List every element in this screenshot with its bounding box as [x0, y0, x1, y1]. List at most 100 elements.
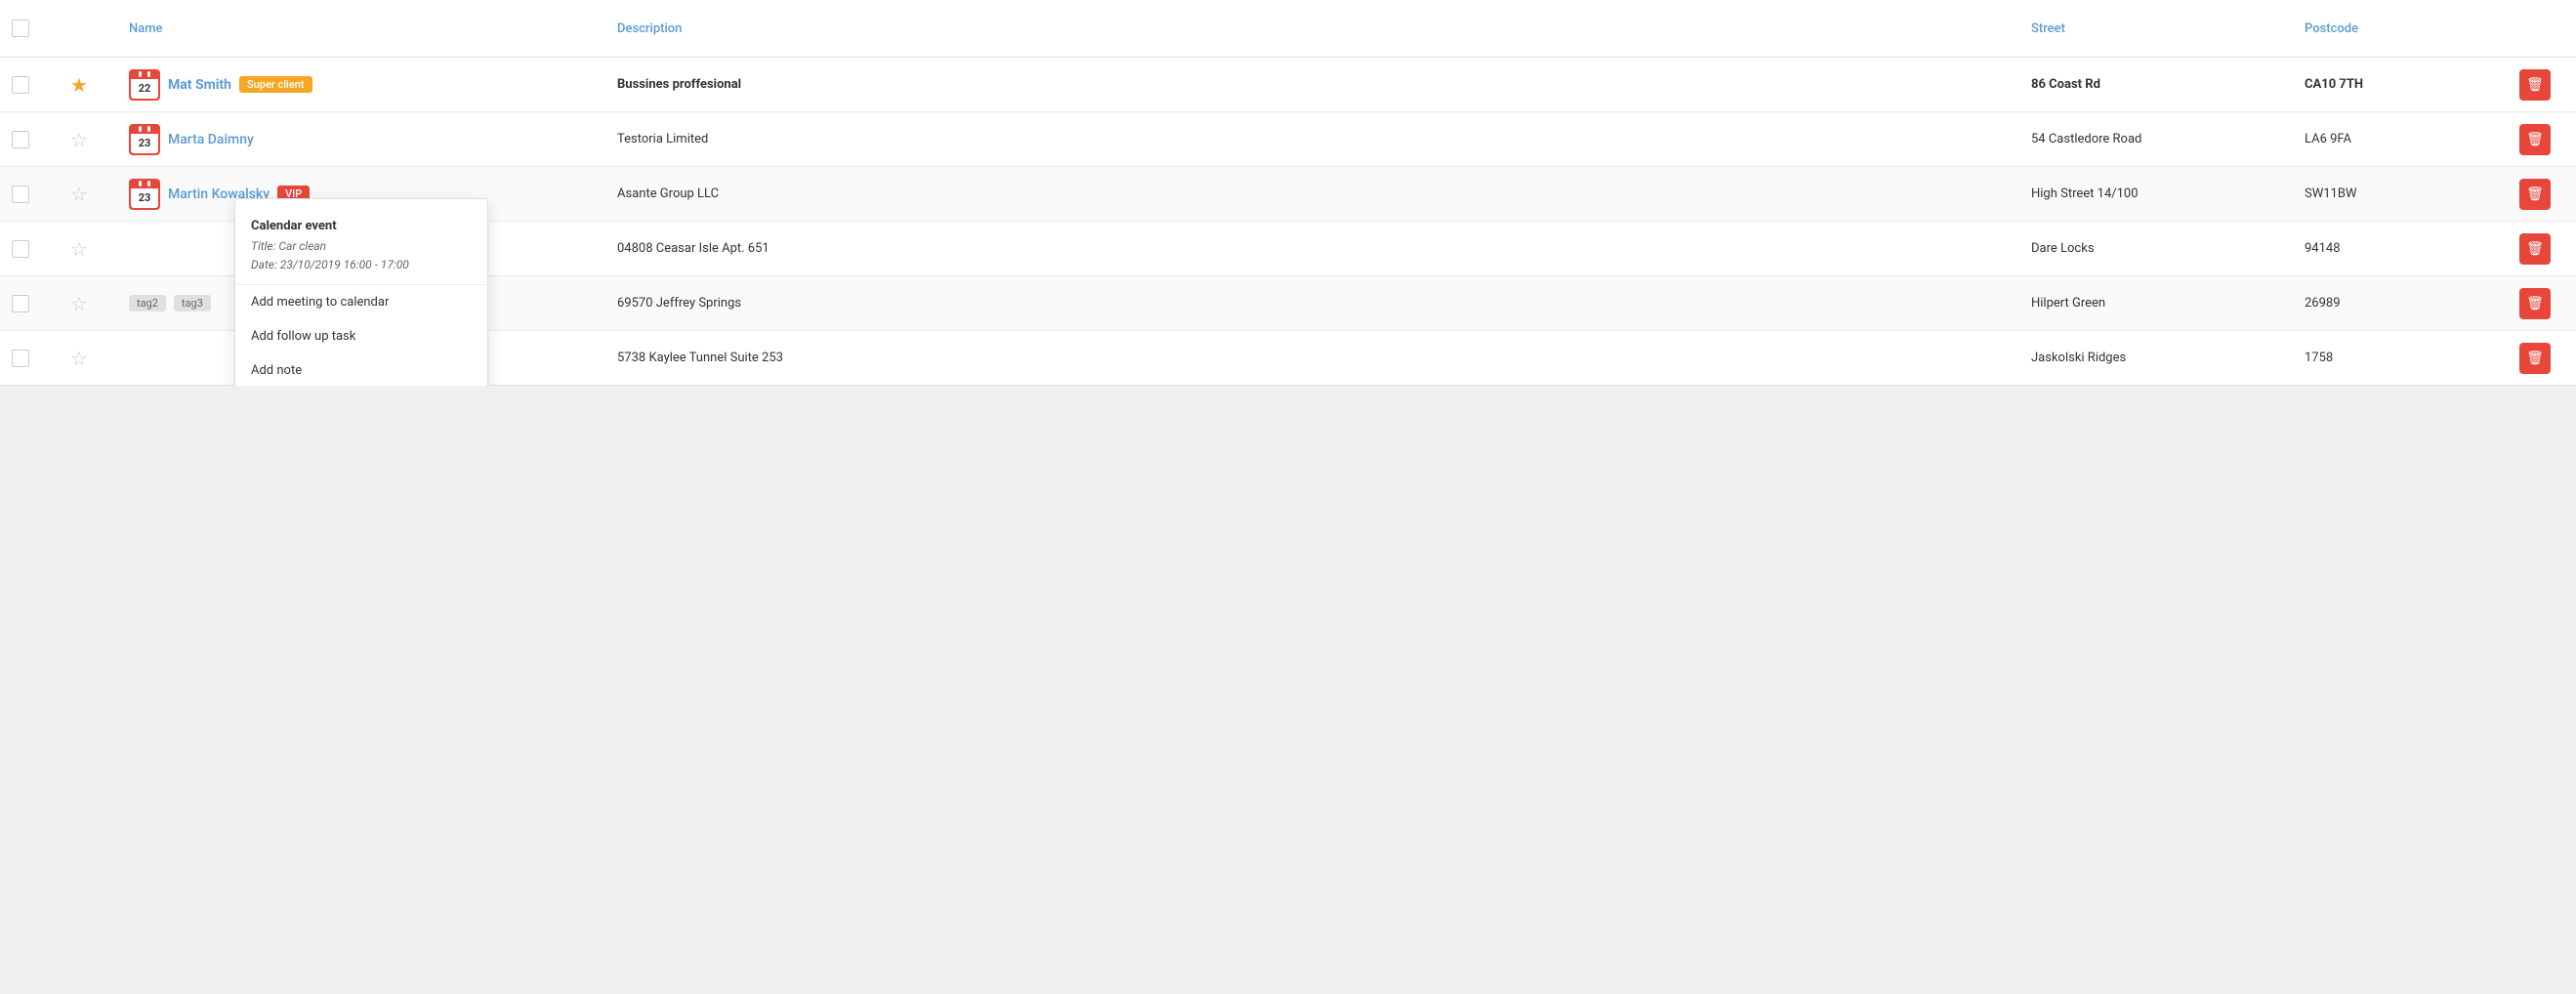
row3-description: Asante Group LLC — [617, 186, 719, 201]
table-row: ★ 22 Mat Smith Super client Bussines pro… — [0, 58, 2576, 112]
row1-badge: Super client — [239, 76, 312, 93]
row6-delete-button[interactable]: 🗑 — [2519, 343, 2551, 374]
table-header: Name Description Street Postcode — [0, 0, 2576, 58]
row2-name-link[interactable]: Marta Daimny — [168, 132, 254, 147]
popup-action-add-followup[interactable]: Add follow up task — [235, 319, 487, 353]
table-row: ☆ 23 Marta Daimny Testoria Limited 54 Ca… — [0, 112, 2576, 167]
row4-checkbox-cell — [0, 230, 59, 268]
row5-checkbox-cell — [0, 285, 59, 322]
row4-street-cell: Dare Locks — [2019, 231, 2293, 266]
popup-event-info: Calendar event Title: Car clean Date: 23… — [235, 207, 487, 285]
row1-name-link[interactable]: Mat Smith — [168, 77, 231, 93]
row3-checkbox[interactable] — [12, 186, 29, 203]
row6-star-icon[interactable]: ☆ — [70, 347, 88, 370]
row6-postcode-cell: 1758 — [2293, 341, 2508, 375]
row2-cal-day: 23 — [131, 134, 158, 153]
row2-description: Testoria Limited — [617, 132, 708, 146]
row3-street-cell: High Street 14/100 — [2019, 177, 2293, 211]
row5-description: 69570 Jeffrey Springs — [617, 296, 741, 311]
header-street: Street — [2019, 14, 2293, 44]
row6-postcode: 1758 — [2305, 351, 2333, 365]
row6-checkbox-cell — [0, 340, 59, 377]
row5-postcode: 26989 — [2305, 296, 2341, 311]
row3-actions-cell: 🗑 — [2508, 169, 2576, 220]
row2-calendar-icon[interactable]: 23 — [129, 124, 160, 155]
row2-postcode-cell: LA6 9FA — [2293, 122, 2508, 156]
row4-delete-button[interactable]: 🗑 — [2519, 233, 2551, 265]
row1-cal-day: 22 — [131, 79, 158, 99]
header-postcode: Postcode — [2293, 14, 2508, 44]
row5-actions-cell: 🗑 — [2508, 278, 2576, 329]
row6-star-cell: ☆ — [59, 337, 117, 380]
row6-description-cell: 5738 Kaylee Tunnel Suite 253 — [605, 341, 2019, 375]
row3-calendar-icon[interactable]: 23 — [129, 179, 160, 210]
row1-star-icon[interactable]: ★ — [70, 73, 88, 97]
row5-checkbox[interactable] — [12, 295, 29, 312]
popup-event-title-detail: Title: Car clean — [251, 237, 472, 256]
row5-delete-button[interactable]: 🗑 — [2519, 288, 2551, 319]
row5-street: Hilpert Green — [2031, 296, 2105, 311]
row1-street-cell: 86 Coast Rd — [2019, 67, 2293, 102]
row1-checkbox[interactable] — [12, 76, 29, 94]
row3-cal-day: 23 — [131, 188, 158, 208]
row6-actions-cell: 🗑 — [2508, 333, 2576, 384]
row2-delete-button[interactable]: 🗑 — [2519, 124, 2551, 155]
row2-street: 54 Castledore Road — [2031, 132, 2141, 146]
row5-star-cell: ☆ — [59, 282, 117, 325]
header-name: Name — [117, 14, 605, 44]
row4-postcode: 94148 — [2305, 241, 2341, 256]
header-description: Description — [605, 14, 2019, 44]
row2-postcode: LA6 9FA — [2305, 132, 2351, 146]
row1-calendar-icon[interactable]: 22 — [129, 69, 160, 101]
row2-street-cell: 54 Castledore Road — [2019, 122, 2293, 156]
row3-checkbox-cell — [0, 176, 59, 213]
row2-actions-cell: 🗑 — [2508, 114, 2576, 165]
row3-star-cell: ☆ — [59, 173, 117, 216]
row4-street: Dare Locks — [2031, 241, 2095, 256]
row5-postcode-cell: 26989 — [2293, 286, 2508, 320]
row4-description: 04808 Ceasar Isle Apt. 651 — [617, 241, 769, 256]
row6-checkbox[interactable] — [12, 350, 29, 367]
row1-description-cell: Bussines proffesional — [605, 67, 2019, 102]
row1-postcode: CA10 7TH — [2305, 77, 2363, 92]
row1-description: Bussines proffesional — [617, 77, 741, 92]
row1-checkbox-cell — [0, 66, 59, 104]
row3-delete-button[interactable]: 🗑 — [2519, 179, 2551, 210]
table-row: ☆ 23 Martin Kowalsky VIP Calendar event … — [0, 167, 2576, 222]
select-all-checkbox[interactable] — [12, 20, 29, 37]
row5-star-icon[interactable]: ☆ — [70, 292, 88, 315]
popup-action-add-meeting[interactable]: Add meeting to calendar — [235, 285, 487, 319]
row1-delete-button[interactable]: 🗑 — [2519, 69, 2551, 101]
row3-description-cell: Asante Group LLC — [605, 177, 2019, 211]
row5-tag2: tag3 — [174, 295, 211, 311]
row2-checkbox[interactable] — [12, 131, 29, 148]
row4-checkbox[interactable] — [12, 240, 29, 258]
row6-description: 5738 Kaylee Tunnel Suite 253 — [617, 351, 783, 365]
row4-star-cell: ☆ — [59, 228, 117, 270]
row5-description-cell: 69570 Jeffrey Springs — [605, 286, 2019, 320]
header-checkbox-col — [0, 10, 59, 47]
row1-name-cell: 22 Mat Smith Super client — [117, 60, 605, 110]
row4-actions-cell: 🗑 — [2508, 224, 2576, 274]
header-star-col — [59, 19, 117, 38]
row4-postcode-cell: 94148 — [2293, 231, 2508, 266]
header-actions-col — [2508, 19, 2576, 38]
row5-tag1: tag2 — [129, 295, 166, 311]
row1-star-cell: ★ — [59, 63, 117, 106]
row6-street: Jaskolski Ridges — [2031, 351, 2126, 365]
popup-action-add-note[interactable]: Add note — [235, 353, 487, 386]
row5-street-cell: Hilpert Green — [2019, 286, 2293, 320]
popup-menu: Calendar event Title: Car clean Date: 23… — [234, 198, 488, 387]
row1-postcode-cell: CA10 7TH — [2293, 67, 2508, 102]
row1-street: 86 Coast Rd — [2031, 77, 2100, 92]
row3-star-icon[interactable]: ☆ — [70, 183, 88, 206]
row2-star-icon[interactable]: ☆ — [70, 128, 88, 151]
row4-star-icon[interactable]: ☆ — [70, 237, 88, 261]
row2-description-cell: Testoria Limited — [605, 122, 2019, 156]
popup-event-title: Calendar event — [251, 219, 472, 233]
row3-postcode: SW11BW — [2305, 186, 2357, 201]
popup-event-date-detail: Date: 23/10/2019 16:00 - 17:00 — [251, 256, 472, 274]
row6-street-cell: Jaskolski Ridges — [2019, 341, 2293, 375]
row1-actions-cell: 🗑 — [2508, 60, 2576, 110]
bottom-area — [0, 386, 2576, 679]
